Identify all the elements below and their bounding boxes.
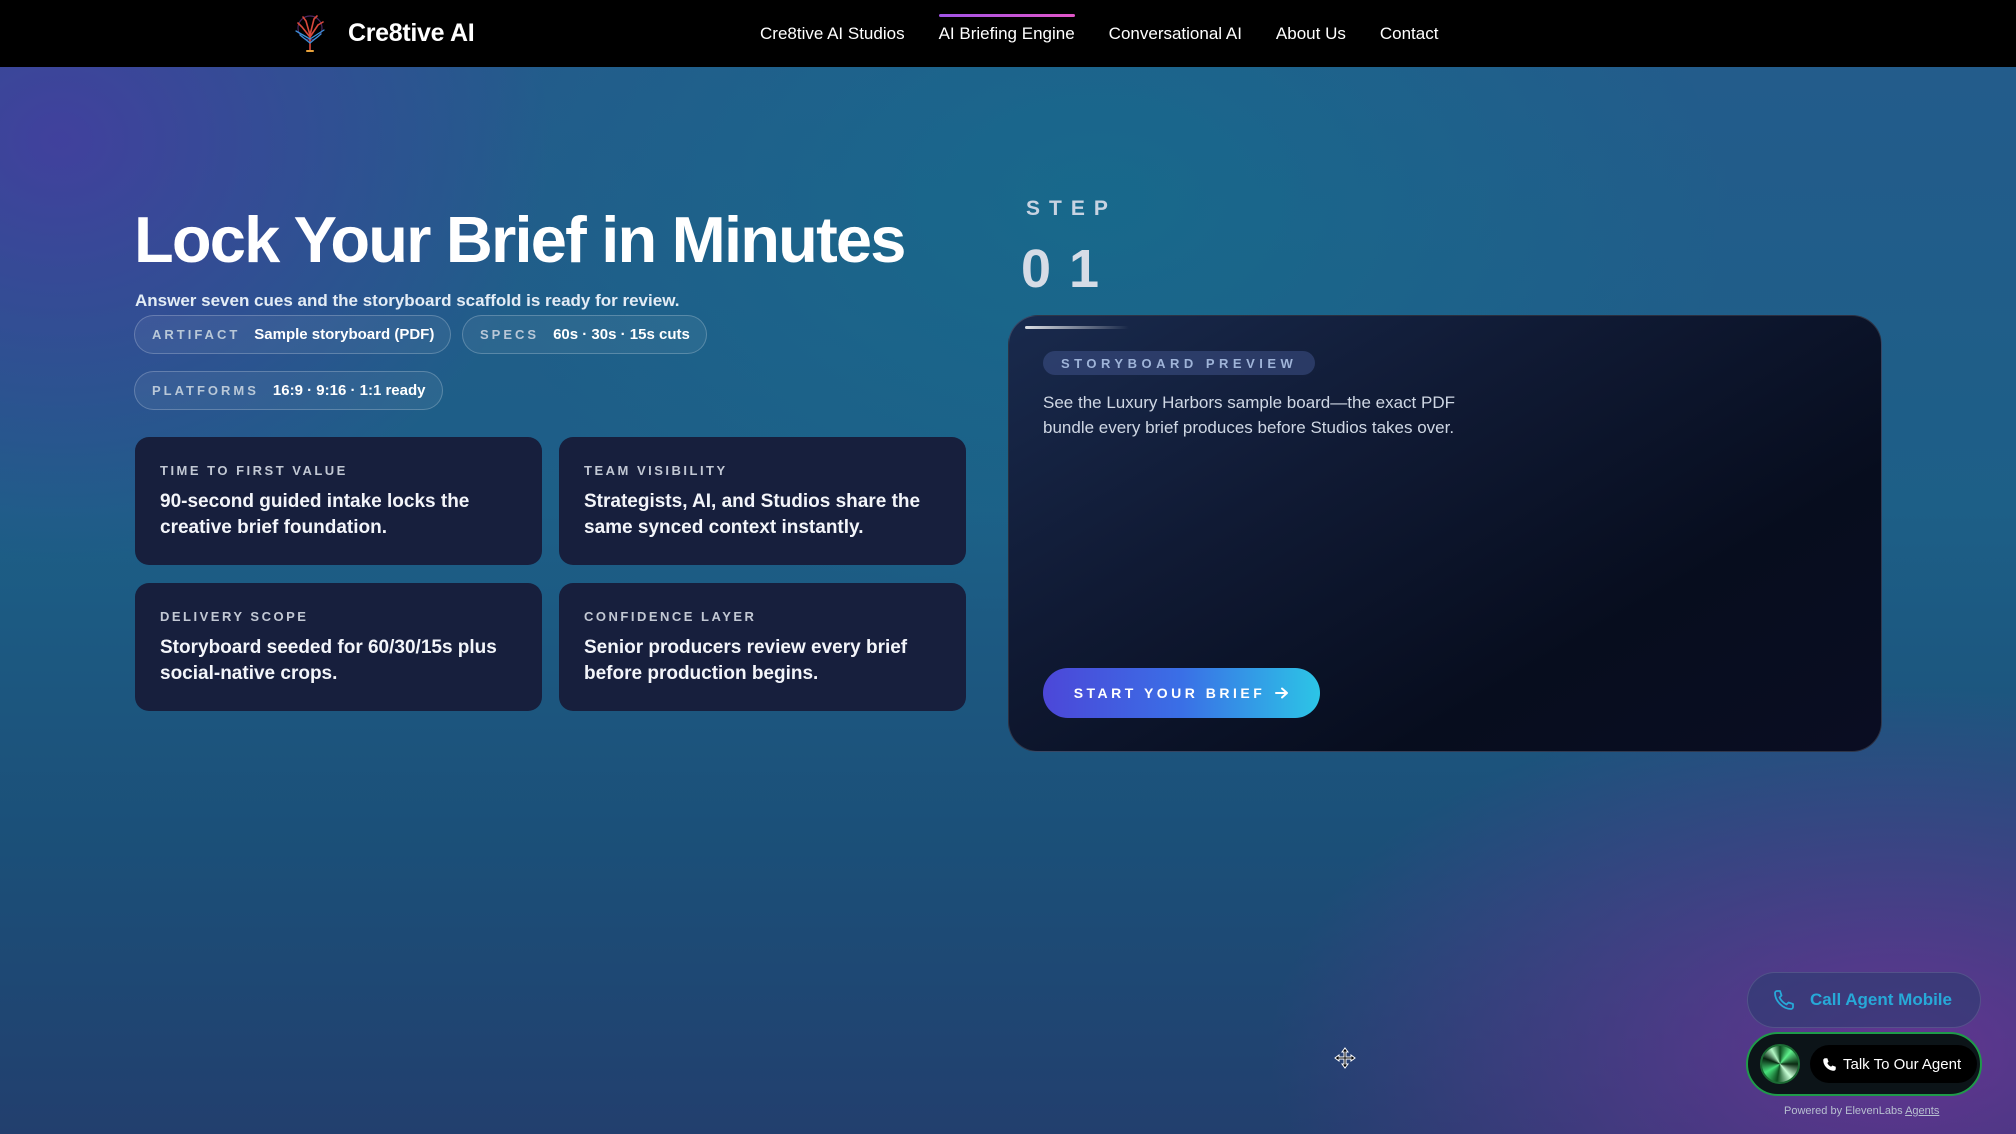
stat-card-label: DELIVERY SCOPE	[160, 609, 309, 624]
start-brief-label: START YOUR BRIEF	[1073, 685, 1266, 701]
stat-card-delivery-scope: DELIVERY SCOPE Storyboard seeded for 60/…	[135, 583, 542, 711]
stat-card-time-to-value: TIME TO FIRST VALUE 90-second guided int…	[135, 437, 542, 565]
brand-name: Cre8tive AI	[348, 18, 475, 47]
powered-by-link[interactable]: Agents	[1905, 1105, 1939, 1117]
nav-link-studios[interactable]: Cre8tive AI Studios	[760, 24, 905, 44]
powered-by-prefix: Powered by ElevenLabs	[1784, 1105, 1903, 1117]
pill-value: 16:9 · 9:16 · 1:1 ready	[272, 382, 426, 399]
agent-avatar-orb	[1760, 1044, 1800, 1084]
pill-key: ARTIFACT	[152, 327, 241, 342]
step-label: STEP	[1026, 197, 1117, 220]
powered-by-text: Powered by ElevenLabs Agents	[1784, 1105, 1939, 1117]
voice-agent-widget: Talk To Our Agent	[1746, 1032, 1982, 1096]
nav-link-briefing-engine[interactable]: AI Briefing Engine	[938, 13, 1075, 44]
brand[interactable]: Cre8tive AI	[290, 13, 475, 53]
stat-card-text: Strategists, AI, and Studios share the s…	[584, 491, 921, 538]
stat-card-team-visibility: TEAM VISIBILITY Strategists, AI, and Stu…	[559, 437, 966, 565]
pill-key: PLATFORMS	[152, 383, 259, 398]
arrow-right-icon	[1275, 687, 1289, 699]
call-agent-mobile-label: Call Agent Mobile	[1810, 990, 1952, 1009]
top-nav: Cre8tive AI Cre8tive AI Studios AI Brief…	[0, 0, 2016, 67]
nav-link-about-us[interactable]: About Us	[1276, 24, 1346, 44]
talk-to-agent-button[interactable]: Talk To Our Agent	[1810, 1045, 1978, 1083]
move-cursor-icon	[1334, 1047, 1356, 1069]
call-agent-mobile-button[interactable]: Call Agent Mobile	[1747, 972, 1981, 1028]
card-accent-line	[1025, 326, 1129, 329]
preview-tag: STORYBOARD PREVIEW	[1043, 351, 1316, 375]
pill-value: Sample storyboard (PDF)	[254, 326, 435, 343]
step-number: 01	[1021, 239, 1118, 299]
talk-to-agent-label: Talk To Our Agent	[1843, 1055, 1962, 1073]
nav-link-contact[interactable]: Contact	[1380, 24, 1439, 44]
storyboard-preview-card: STORYBOARD PREVIEW See the Luxury Harbor…	[1008, 315, 1882, 752]
preview-description: See the Luxury Harbors sample board—the …	[1043, 393, 1455, 437]
phone-icon	[1774, 990, 1794, 1010]
hero-subtitle: Answer seven cues and the storyboard sca…	[135, 291, 680, 310]
phone-icon	[1823, 1057, 1836, 1071]
stat-card-text: Storyboard seeded for 60/30/15s plus soc…	[160, 637, 497, 684]
pill-specs: SPECS 60s · 30s · 15s cuts	[462, 315, 707, 354]
pill-key: SPECS	[480, 327, 540, 342]
stat-card-confidence-layer: CONFIDENCE LAYER Senior producers review…	[559, 583, 966, 711]
pill-artifact: ARTIFACT Sample storyboard (PDF)	[134, 315, 452, 354]
stat-card-text: 90-second guided intake locks the creati…	[160, 491, 470, 538]
pill-value: 60s · 30s · 15s cuts	[553, 326, 690, 343]
stat-card-label: CONFIDENCE LAYER	[584, 609, 757, 624]
nav-links: Cre8tive AI Studios AI Briefing Engine C…	[760, 0, 1472, 67]
tree-logo-icon	[295, 15, 325, 52]
stat-card-label: TEAM VISIBILITY	[584, 463, 728, 478]
start-brief-button[interactable]: START YOUR BRIEF	[1043, 668, 1320, 718]
stat-card-text: Senior producers review every brief befo…	[584, 637, 908, 684]
pill-platforms: PLATFORMS 16:9 · 9:16 · 1:1 ready	[134, 371, 443, 410]
stat-card-label: TIME TO FIRST VALUE	[160, 463, 348, 478]
page-title: Lock Your Brief in Minutes	[134, 203, 906, 276]
nav-link-conversational-ai[interactable]: Conversational AI	[1109, 24, 1242, 44]
